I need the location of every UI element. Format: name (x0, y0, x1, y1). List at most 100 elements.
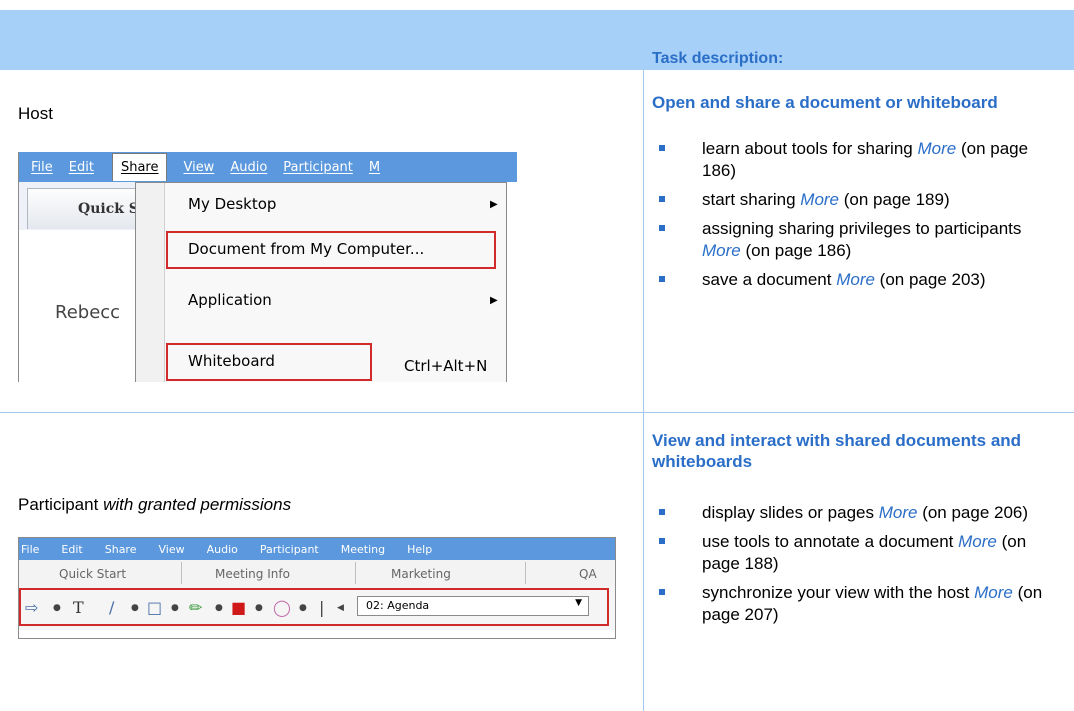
column-divider (643, 70, 644, 711)
menu-file[interactable]: File (31, 160, 53, 175)
color-picker-icon[interactable]: ■ (231, 598, 246, 617)
submenu-arrow-icon: ▶ (490, 295, 498, 306)
host-menubar: File Edit Share View Audio Participant M (19, 152, 517, 182)
menu-participant[interactable]: Participant (283, 160, 353, 175)
menu-file[interactable]: File (21, 543, 39, 556)
host-tab-area: Quick S (19, 182, 149, 230)
menu-participant[interactable]: Participant (260, 543, 319, 556)
view-interact-list: display slides or pages More (on page 20… (652, 502, 1062, 633)
page-select-value: 02: Agenda (366, 599, 430, 612)
bullet-icon (659, 276, 665, 282)
previous-page-icon[interactable]: ◀ (337, 603, 344, 613)
tab-meeting-info[interactable]: Meeting Info (215, 567, 290, 581)
menu-audio[interactable]: Audio (207, 543, 238, 556)
list-item: start sharing More (on page 189) (652, 189, 1062, 211)
bullet-icon (659, 225, 665, 231)
highlighter-icon[interactable]: ✏ (189, 598, 202, 617)
row-divider (0, 412, 1074, 413)
whiteboard-shortcut: Ctrl+Alt+N (404, 357, 488, 375)
more-link[interactable]: More (958, 532, 997, 551)
chevron-down-icon[interactable]: ● (255, 603, 263, 613)
menu-share[interactable]: Share (105, 543, 137, 556)
page-ref: (on page 203) (879, 270, 986, 289)
list-item: assigning sharing privileges to particip… (652, 218, 1062, 262)
more-link[interactable]: More (836, 270, 875, 289)
annotation-toolbar: ⇨ ● T ∕ ● □ ● ✏ ● ■ ● ◯ ● | ◀ 02: Agenda… (19, 586, 615, 630)
participant-tabs: Quick Start Meeting Info Marketing QA (19, 560, 615, 587)
bullet-icon (659, 509, 665, 515)
dropdown-whiteboard[interactable]: Whiteboard (188, 352, 275, 370)
menu-view[interactable]: View (183, 160, 214, 175)
page-select[interactable]: 02: Agenda ▼ (357, 596, 589, 616)
participant-toolbar-screenshot: File Edit Share View Audio Participant M… (18, 537, 616, 639)
chevron-down-icon[interactable]: ● (215, 603, 223, 613)
host-name: Rebecc (55, 302, 121, 323)
pointer-icon[interactable]: ⇨ (25, 598, 38, 617)
participant-label-qualifier: with granted permissions (103, 495, 292, 514)
item-text: save a document (702, 270, 832, 289)
menu-edit[interactable]: Edit (61, 543, 82, 556)
item-text: use tools to annotate a document (702, 532, 954, 551)
participant-menubar: File Edit Share View Audio Participant M… (19, 538, 615, 560)
more-link[interactable]: More (879, 503, 918, 522)
line-tool-icon[interactable]: ∕ (109, 598, 114, 617)
rectangle-tool-icon[interactable]: □ (147, 598, 162, 617)
bullet-icon (659, 196, 665, 202)
chevron-down-icon: ▼ (575, 598, 582, 608)
tab-separator (355, 562, 356, 584)
item-text: assigning sharing privileges to particip… (702, 219, 1022, 238)
host-menu-screenshot: File Edit Share View Audio Participant M… (18, 152, 517, 382)
menu-edit[interactable]: Edit (69, 160, 94, 175)
host-label: Host (18, 104, 53, 123)
submenu-arrow-icon: ▶ (490, 199, 498, 210)
chevron-down-icon[interactable]: ● (299, 603, 307, 613)
section-title-view-interact: View and interact with shared documents … (652, 431, 1022, 471)
tab-separator (181, 562, 182, 584)
menu-meeting[interactable]: Meeting (341, 543, 385, 556)
more-link[interactable]: More (702, 241, 741, 260)
section-title-open-share: Open and share a document or whiteboard (652, 93, 998, 112)
list-item: synchronize your view with the host More… (652, 582, 1062, 626)
page-ref: (on page 206) (922, 503, 1029, 522)
tab-quick-start-label: Quick S (78, 201, 139, 217)
dropdown-document-from-computer[interactable]: Document from My Computer... (188, 240, 424, 258)
item-text: start sharing (702, 190, 796, 209)
chevron-down-icon[interactable]: ● (171, 603, 179, 613)
more-link[interactable]: More (800, 190, 839, 209)
list-item: display slides or pages More (on page 20… (652, 502, 1062, 524)
chevron-down-icon[interactable]: ● (131, 603, 139, 613)
bullet-icon (659, 589, 665, 595)
menu-help[interactable]: Help (407, 543, 432, 556)
page-ref: (on page 189) (843, 190, 950, 209)
menu-audio[interactable]: Audio (230, 160, 267, 175)
menu-share[interactable]: Share (111, 153, 168, 181)
tab-quick-start[interactable]: Quick S (27, 188, 149, 229)
bullet-icon (659, 538, 665, 544)
more-link[interactable]: More (917, 139, 956, 158)
eraser-icon[interactable]: ◯ (273, 598, 291, 617)
item-text: display slides or pages (702, 503, 874, 522)
page-ref: (on page 186) (745, 241, 852, 260)
participant-label: Participant with granted permissions (18, 495, 291, 515)
dropdown-application[interactable]: Application (188, 291, 272, 309)
text-tool-icon[interactable]: T (73, 598, 84, 617)
dropdown-gutter (136, 183, 165, 382)
open-share-list: learn about tools for sharing More (on p… (652, 138, 1062, 298)
tab-qa[interactable]: QA (579, 567, 597, 581)
task-description-heading: Task description: (652, 50, 784, 67)
item-text: synchronize your view with the host (702, 583, 970, 602)
more-link[interactable]: More (974, 583, 1013, 602)
menu-more[interactable]: M (369, 160, 380, 175)
list-item: learn about tools for sharing More (on p… (652, 138, 1062, 182)
chevron-down-icon[interactable]: ● (53, 603, 61, 613)
tab-marketing[interactable]: Marketing (391, 567, 451, 581)
menu-view[interactable]: View (158, 543, 184, 556)
tab-quick-start[interactable]: Quick Start (59, 567, 126, 581)
divider-icon: | (319, 598, 325, 617)
table-header-band (0, 10, 1074, 70)
item-text: learn about tools for sharing (702, 139, 913, 158)
tab-separator (525, 562, 526, 584)
list-item: use tools to annotate a document More (o… (652, 531, 1062, 575)
bullet-icon (659, 145, 665, 151)
dropdown-my-desktop[interactable]: My Desktop (188, 195, 276, 213)
